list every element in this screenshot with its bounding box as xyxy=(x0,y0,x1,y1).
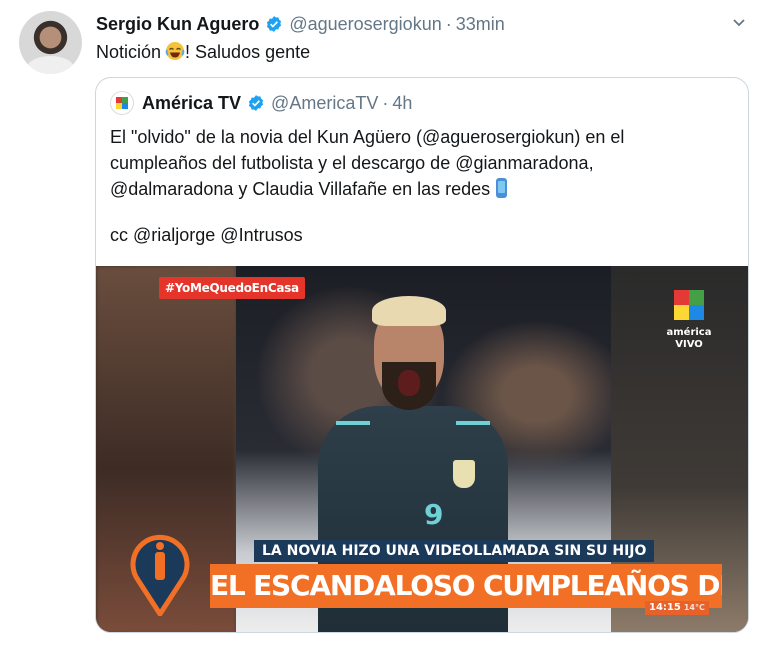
quoted-text-line: @dalmaradona y Claudia Villafañe en las … xyxy=(110,176,624,202)
channel-name-main: américa xyxy=(666,327,712,338)
quoted-tweet[interactable]: América TV @AmericaTV · 4h El "olvido" d… xyxy=(95,77,749,633)
quoted-author-handle[interactable]: @AmericaTV xyxy=(271,93,378,114)
tweet-text-main: Notición xyxy=(96,42,162,62)
quoted-text-line-content: @dalmaradona y Claudia Villafañe en las … xyxy=(110,179,491,199)
avatar-shirt xyxy=(27,56,74,74)
quoted-author-name[interactable]: América TV xyxy=(142,93,241,114)
verified-badge-icon xyxy=(267,16,282,32)
tweet-text-suffix: ! Saludos gente xyxy=(185,42,311,62)
tweet-timestamp[interactable]: 33min xyxy=(456,14,505,35)
quoted-text-line: El "olvido" de la novia del Kun Agüero (… xyxy=(110,127,625,147)
author-handle[interactable]: @aguerosergiokun xyxy=(289,14,441,35)
tweet-header: Sergio Kun Aguero @aguerosergiokun · 33m… xyxy=(96,13,505,35)
jersey-stripe xyxy=(336,421,370,425)
jersey-stripe xyxy=(456,421,490,425)
lower-third-subtitle: LA NOVIA HIZO UNA VIDEOLLAMADA SIN SU HI… xyxy=(254,540,655,562)
america-tv-logo-icon xyxy=(116,97,128,109)
quoted-tweet-timestamp[interactable]: 4h xyxy=(392,93,412,114)
tweet-media-image[interactable]: 9 #YoMeQuedoEnCasa américa VIVO LA NOVIA… xyxy=(96,266,748,632)
quoted-author-avatar[interactable] xyxy=(110,91,134,115)
quoted-tweet-text: El "olvido" de la novia del Kun Agüero (… xyxy=(110,124,624,202)
tweet-text: Notición ! Saludos gente xyxy=(96,40,310,64)
channel-name: américa VIVO xyxy=(656,327,722,351)
quoted-header-separator: · xyxy=(382,92,389,113)
channel-logo-icon xyxy=(674,290,704,320)
hashtag-badge: #YoMeQuedoEnCasa xyxy=(159,277,305,299)
clock-temperature: 14°C xyxy=(683,603,705,612)
chevron-down-icon[interactable] xyxy=(731,14,747,30)
author-name[interactable]: Sergio Kun Aguero xyxy=(96,14,259,35)
face-with-tears-of-joy-icon xyxy=(165,42,185,60)
author-avatar[interactable] xyxy=(19,11,82,74)
afa-crest xyxy=(453,460,475,488)
jersey-number: 9 xyxy=(424,498,444,531)
header-separator: · xyxy=(445,13,452,34)
quoted-tweet-header: América TV @AmericaTV · 4h xyxy=(110,90,412,116)
clock-time: 14:15 xyxy=(649,602,681,613)
broadcast-clock: 14:15 14°C xyxy=(645,601,709,615)
channel-name-sub: VIVO xyxy=(675,339,703,350)
quoted-text-line: cumpleaños del futbolista y el descargo … xyxy=(110,153,594,173)
player-hair xyxy=(372,296,446,326)
mobile-phone-icon xyxy=(496,178,508,198)
verified-badge-icon xyxy=(248,95,264,111)
program-logo-pin-icon xyxy=(130,534,190,616)
quoted-tweet-cc: cc @rialjorge @Intrusos xyxy=(110,225,303,245)
player-mouth xyxy=(398,370,420,396)
